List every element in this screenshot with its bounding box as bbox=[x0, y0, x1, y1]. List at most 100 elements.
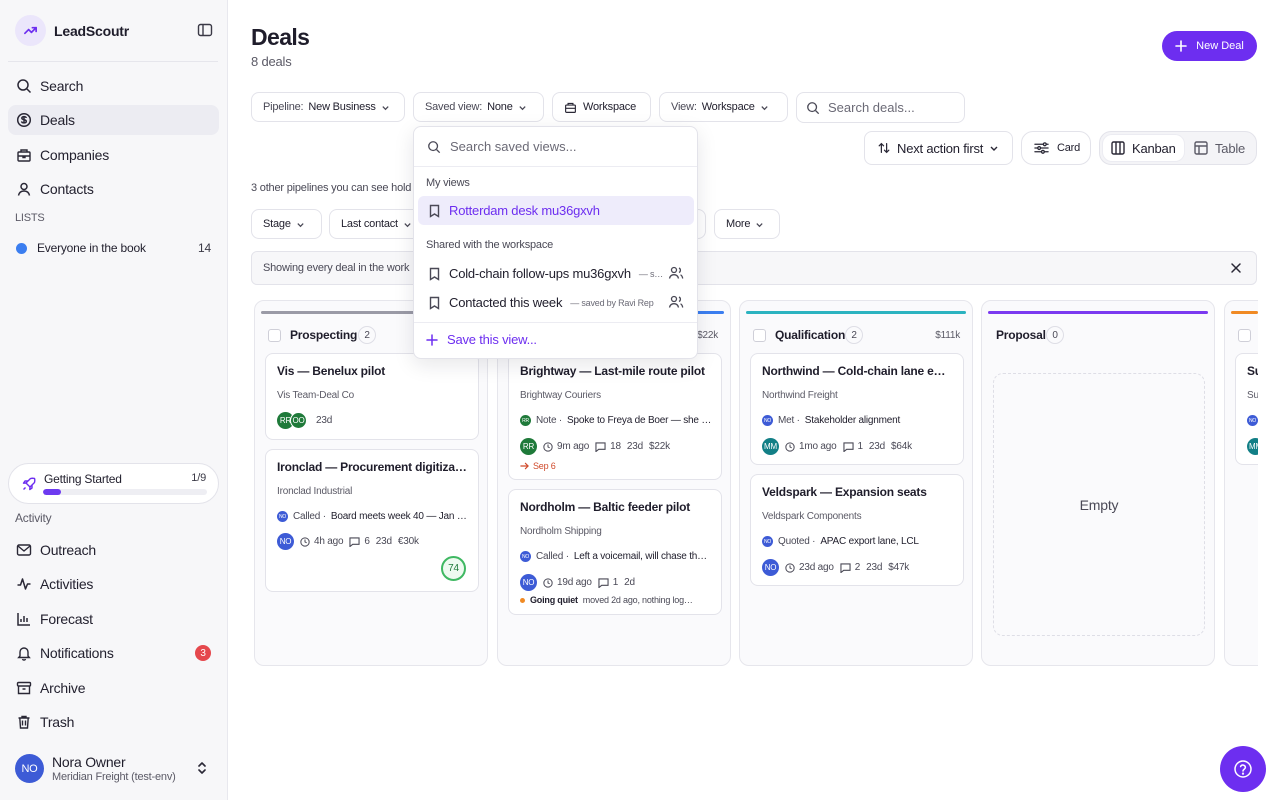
plus-icon bbox=[1175, 40, 1187, 52]
deal-title: Nordholm — Baltic feeder pilot bbox=[520, 500, 691, 514]
deal-meta: MM 1mo ago 1 23d $64k bbox=[762, 438, 912, 455]
sidebar-item-companies[interactable]: Companies bbox=[8, 140, 219, 170]
sidebar-list-everyone[interactable]: Everyone in the book 14 bbox=[8, 236, 219, 260]
clock-icon bbox=[543, 441, 553, 452]
kanban-icon bbox=[1111, 141, 1125, 155]
sidebar-item-label: Activities bbox=[40, 576, 94, 592]
comment-icon bbox=[595, 441, 606, 452]
saved-views-search[interactable] bbox=[414, 127, 697, 167]
card-options-button[interactable]: Card bbox=[1021, 131, 1091, 165]
bookmark-icon bbox=[429, 267, 440, 281]
shared-views-label: Shared with the workspace bbox=[426, 239, 554, 251]
deal-age: 23d bbox=[375, 536, 392, 547]
sidebar-item-archive[interactable]: Archive bbox=[8, 673, 219, 703]
deal-meta: NO 19d ago 1 2d bbox=[520, 574, 635, 591]
activity-section-label: Activity bbox=[15, 511, 52, 525]
deal-company: Vis Team-Deal Co bbox=[277, 390, 355, 401]
deal-card-nordholm[interactable]: Nordholm — Baltic feeder pilot Nordholm … bbox=[508, 489, 722, 615]
sidebar-toggle-icon[interactable] bbox=[197, 22, 215, 40]
kanban-tab[interactable]: Kanban bbox=[1103, 135, 1184, 161]
deal-company: Brightway Couriers bbox=[520, 390, 601, 401]
view-select[interactable]: View: Workspace bbox=[659, 92, 788, 122]
column-color-bar bbox=[746, 311, 966, 314]
sidebar-item-trash[interactable]: Trash bbox=[8, 707, 219, 737]
deal-card-partial[interactable]: Su Su NO MM bbox=[1235, 353, 1258, 465]
deal-last-activity: NO bbox=[1247, 415, 1258, 426]
saved-view-select[interactable]: Saved view: None bbox=[413, 92, 544, 122]
account-switcher[interactable]: NO Nora Owner Meridian Freight (test-env… bbox=[15, 754, 215, 784]
sidebar-item-search[interactable]: Search bbox=[8, 71, 219, 101]
comment-count: 6 bbox=[364, 536, 370, 547]
bell-icon bbox=[17, 647, 31, 661]
saved-view-label: Saved view: bbox=[425, 101, 483, 113]
deal-title: Brightway — Last-mile route pilot bbox=[520, 364, 705, 378]
deal-card-northwind[interactable]: Northwind — Cold-chain lane expa… Northw… bbox=[750, 353, 964, 465]
sidebar-item-forecast[interactable]: Forecast bbox=[8, 604, 219, 634]
sidebar-item-contacts[interactable]: Contacts bbox=[8, 174, 219, 204]
activity-type: Met · bbox=[778, 415, 800, 426]
column-title: Prospecting bbox=[290, 328, 358, 342]
column-checkbox[interactable] bbox=[753, 329, 766, 342]
column-count: 0 bbox=[1046, 326, 1064, 344]
users-icon bbox=[668, 295, 684, 308]
deal-card-ironclad[interactable]: Ironclad — Procurement digitization Iron… bbox=[265, 449, 479, 592]
getting-started-card[interactable]: Getting Started 1/9 bbox=[8, 463, 219, 504]
column-count: 2 bbox=[358, 326, 376, 344]
sidebar-item-outreach[interactable]: Outreach bbox=[8, 535, 219, 565]
deal-age: 23d bbox=[868, 441, 885, 452]
rocket-icon bbox=[22, 477, 36, 491]
table-tab[interactable]: Table bbox=[1186, 135, 1253, 161]
saved-views-search-input[interactable] bbox=[450, 139, 680, 154]
stage-filter[interactable]: Stage bbox=[251, 209, 322, 239]
sidebar-divider bbox=[8, 61, 218, 62]
pipeline-select[interactable]: Pipeline: New Business bbox=[251, 92, 405, 122]
comment-count: 1 bbox=[612, 577, 619, 588]
comment-icon bbox=[842, 441, 854, 452]
column-count: 2 bbox=[845, 326, 863, 344]
deal-card-brightway[interactable]: Brightway — Last-mile route pilot Bright… bbox=[508, 353, 722, 480]
my-views-label: My views bbox=[426, 177, 470, 189]
avatar: NO bbox=[277, 533, 294, 550]
saved-view-option[interactable]: Cold-chain follow-ups mu36gxvh — s… bbox=[418, 259, 694, 288]
column-checkbox[interactable] bbox=[268, 329, 281, 342]
deal-title: Ironclad — Procurement digitization bbox=[277, 460, 467, 474]
deal-value: $22k bbox=[648, 441, 670, 452]
activity-type: Called · bbox=[536, 551, 569, 562]
sidebar-item-label: Archive bbox=[40, 680, 86, 696]
deal-value: €30k bbox=[397, 536, 419, 547]
deal-card-vis[interactable]: Vis — Benelux pilot Vis Team-Deal Co RR … bbox=[265, 353, 479, 440]
search-input[interactable] bbox=[828, 100, 958, 115]
sidebar: LeadScoutr Search Deals Companies Contac… bbox=[0, 0, 228, 800]
save-view-button[interactable]: Save this view... bbox=[426, 332, 537, 347]
search-icon bbox=[17, 79, 32, 94]
new-deal-button[interactable]: New Deal bbox=[1162, 31, 1257, 61]
deals-search[interactable] bbox=[796, 92, 965, 123]
sidebar-item-notifications[interactable]: Notifications 3 bbox=[8, 638, 219, 668]
follow-up-date: Sep 6 bbox=[533, 461, 556, 471]
quiet-label: Going quiet bbox=[530, 595, 578, 605]
progress-fill bbox=[43, 489, 62, 495]
column-checkbox[interactable] bbox=[1238, 329, 1251, 342]
deal-meta: NO 4h ago 6 23d €30k bbox=[277, 533, 419, 550]
empty-column-placeholder: Empty bbox=[993, 373, 1205, 636]
sidebar-item-activities[interactable]: Activities bbox=[8, 569, 219, 599]
saved-view-option[interactable]: Contacted this week — saved by Ravi Rep bbox=[418, 288, 694, 317]
sort-select[interactable]: Next action first bbox=[864, 131, 1013, 165]
deal-count: 8 deals bbox=[251, 54, 292, 69]
sidebar-item-label: Search bbox=[40, 78, 84, 94]
more-filter[interactable]: More bbox=[714, 209, 780, 239]
workspace-button[interactable]: Workspace bbox=[552, 92, 651, 122]
deal-title: Vis — Benelux pilot bbox=[277, 364, 386, 378]
deal-value: $64k bbox=[891, 441, 912, 452]
close-icon[interactable] bbox=[1230, 262, 1242, 274]
deal-card-veldspark[interactable]: Veldspark — Expansion seats Veldspark Co… bbox=[750, 474, 964, 586]
help-button[interactable] bbox=[1220, 746, 1266, 792]
column-color-bar bbox=[1231, 311, 1258, 314]
saved-view-option[interactable]: Rotterdam desk mu36gxvh bbox=[418, 196, 694, 225]
activity-text: Stakeholder alignment bbox=[804, 415, 901, 426]
deal-value: $47k bbox=[888, 562, 910, 573]
brand[interactable]: LeadScoutr bbox=[15, 15, 129, 46]
sidebar-item-deals[interactable]: Deals bbox=[8, 105, 219, 135]
page-title: Deals bbox=[251, 24, 310, 50]
deal-company: Su bbox=[1247, 390, 1258, 401]
